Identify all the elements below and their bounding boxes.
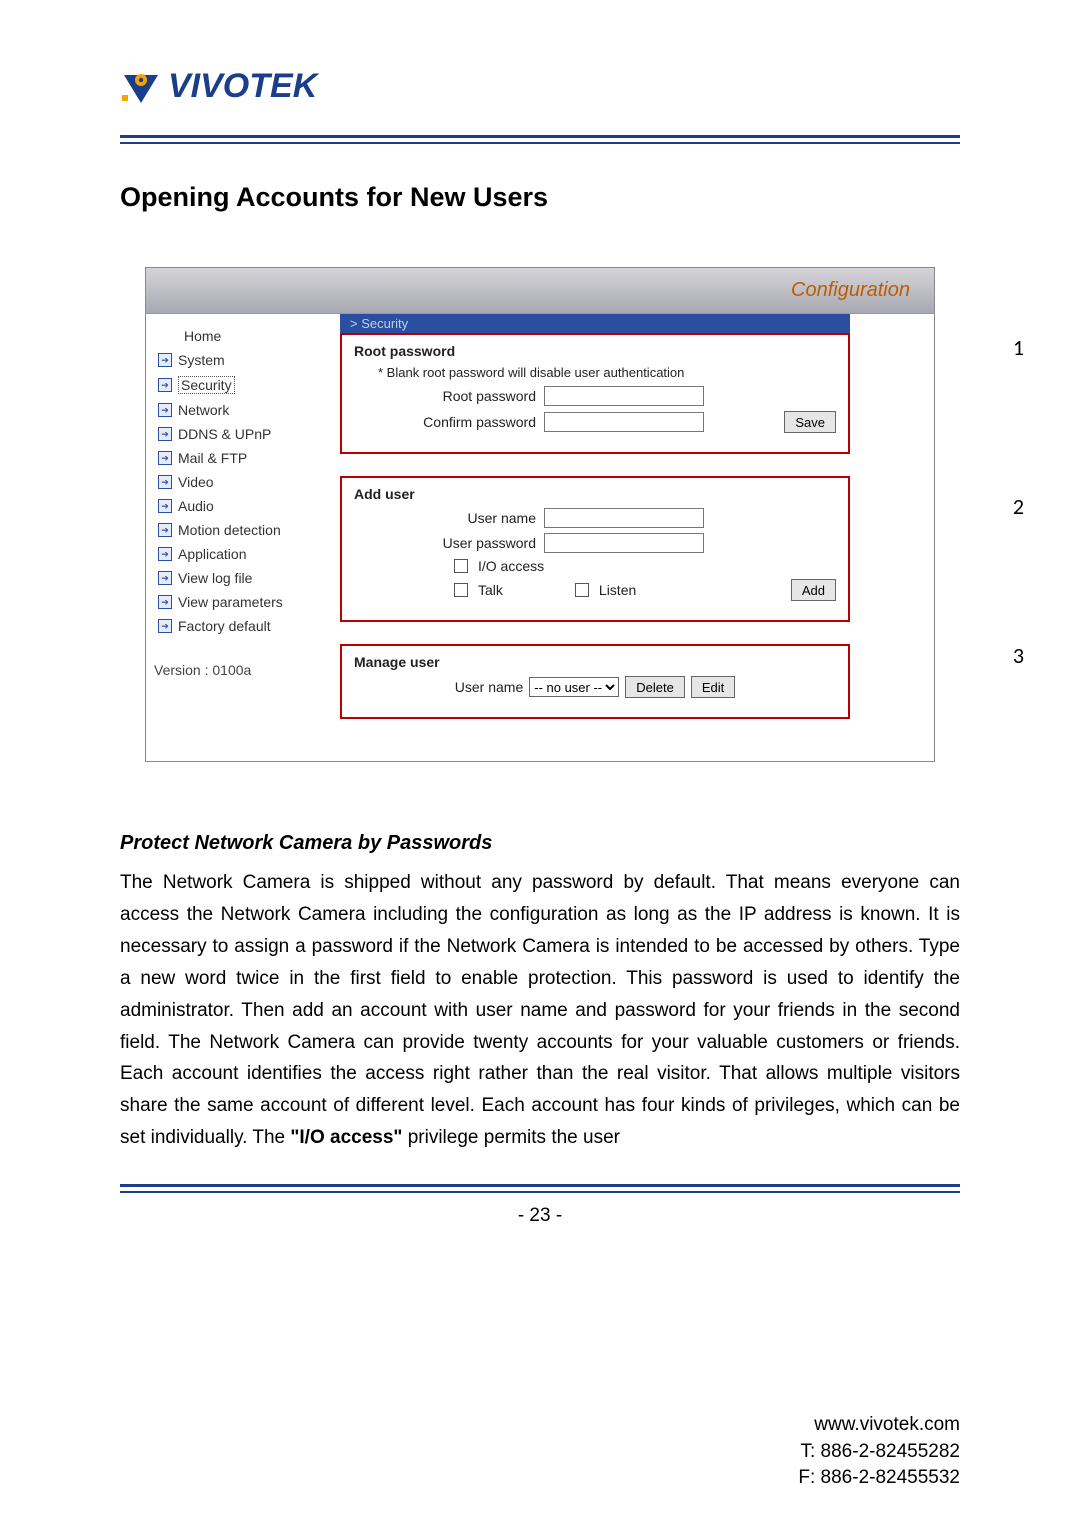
config-screenshot: Configuration Home ➔ System ➔ Security ➔… (145, 267, 935, 762)
delete-button[interactable]: Delete (625, 676, 685, 698)
sidebar-label: View log file (178, 570, 252, 586)
sidebar-item-mail[interactable]: ➔ Mail & FTP (154, 446, 330, 470)
listen-label: Listen (599, 582, 636, 598)
manage-user-panel: Manage user User name -- no user -- Dele… (340, 644, 850, 719)
annotation-1: 1 (1013, 334, 1024, 361)
talk-checkbox[interactable] (454, 583, 468, 597)
sidebar-item-factory[interactable]: ➔ Factory default (154, 614, 330, 638)
arrow-icon: ➔ (158, 571, 172, 585)
save-button[interactable]: Save (784, 411, 836, 433)
topbar: Configuration (146, 268, 934, 314)
arrow-icon: ➔ (158, 619, 172, 633)
user-password-input[interactable] (544, 533, 704, 553)
manage-heading: Manage user (354, 654, 836, 670)
subhead: Protect Network Camera by Passwords (120, 832, 960, 855)
footer-url: www.vivotek.com (798, 1412, 960, 1439)
arrow-icon: ➔ (158, 403, 172, 417)
sidebar: Home ➔ System ➔ Security ➔ Network ➔ DDN… (146, 314, 338, 761)
sidebar-item-network[interactable]: ➔ Network (154, 398, 330, 422)
io-access-label: I/O access (478, 558, 544, 574)
confirm-password-label: Confirm password (354, 414, 544, 430)
logo-mark-icon (120, 65, 162, 107)
page-number: - 23 - (120, 1205, 960, 1227)
arrow-icon: ➔ (158, 378, 172, 392)
sidebar-label: Mail & FTP (178, 450, 247, 466)
root-heading: Root password (354, 343, 836, 359)
sidebar-label: Network (178, 402, 229, 418)
annotation-3: 3 (1013, 642, 1024, 669)
sidebar-home[interactable]: Home (154, 324, 330, 348)
root-password-panel: Root password * Blank root password will… (340, 333, 850, 454)
annotation-2: 2 (1013, 493, 1024, 520)
arrow-icon: ➔ (158, 499, 172, 513)
add-button[interactable]: Add (791, 579, 836, 601)
sidebar-label: Motion detection (178, 522, 281, 538)
confirm-password-input[interactable] (544, 412, 704, 432)
footer-fax: F: 886-2-82455532 (798, 1465, 960, 1492)
divider-bottom (120, 1184, 960, 1193)
edit-button[interactable]: Edit (691, 676, 735, 698)
sidebar-home-label: Home (184, 328, 221, 344)
footer: www.vivotek.com T: 886-2-82455282 F: 886… (798, 1412, 960, 1492)
version-text: Version : 0100a (154, 662, 330, 678)
divider-top (120, 135, 960, 144)
arrow-icon: ➔ (158, 353, 172, 367)
sidebar-item-viewlog[interactable]: ➔ View log file (154, 566, 330, 590)
sidebar-label: Factory default (178, 618, 271, 634)
user-name-label: User name (354, 510, 544, 526)
sidebar-item-security[interactable]: ➔ Security (154, 372, 330, 398)
arrow-icon: ➔ (158, 523, 172, 537)
sidebar-label: Audio (178, 498, 214, 514)
sidebar-label: Video (178, 474, 214, 490)
io-access-checkbox[interactable] (454, 559, 468, 573)
add-user-panel: Add user User name User password I/O acc… (340, 476, 850, 622)
sidebar-item-system[interactable]: ➔ System (154, 348, 330, 372)
annotation-numbers: 1 2 3 (1013, 334, 1024, 669)
listen-checkbox[interactable] (575, 583, 589, 597)
manage-user-label: User name (455, 679, 523, 695)
arrow-icon: ➔ (158, 547, 172, 561)
arrow-icon: ➔ (158, 427, 172, 441)
sidebar-item-viewparams[interactable]: ➔ View parameters (154, 590, 330, 614)
sidebar-label: System (178, 352, 225, 368)
sidebar-item-audio[interactable]: ➔ Audio (154, 494, 330, 518)
root-note: * Blank root password will disable user … (354, 365, 836, 380)
para-post: privilege permits the user (402, 1127, 620, 1148)
talk-label: Talk (478, 582, 503, 598)
logo-text: VIVOTEK (168, 67, 317, 106)
sidebar-item-video[interactable]: ➔ Video (154, 470, 330, 494)
root-password-label: Root password (354, 388, 544, 404)
sidebar-label: View parameters (178, 594, 283, 610)
arrow-icon: ➔ (158, 595, 172, 609)
arrow-icon: ➔ (158, 475, 172, 489)
para-pre: The Network Camera is shipped without an… (120, 872, 960, 1148)
user-name-input[interactable] (544, 508, 704, 528)
user-select[interactable]: -- no user -- (529, 677, 619, 697)
breadcrumb: > Security (340, 314, 850, 333)
add-heading: Add user (354, 486, 836, 502)
sidebar-item-motion[interactable]: ➔ Motion detection (154, 518, 330, 542)
root-password-input[interactable] (544, 386, 704, 406)
topbar-title: Configuration (791, 279, 910, 302)
logo: VIVOTEK (120, 65, 960, 107)
section-title: Opening Accounts for New Users (120, 182, 960, 213)
sidebar-item-application[interactable]: ➔ Application (154, 542, 330, 566)
user-password-label: User password (354, 535, 544, 551)
sidebar-item-ddns[interactable]: ➔ DDNS & UPnP (154, 422, 330, 446)
sidebar-label: Security (178, 376, 235, 394)
sidebar-label: DDNS & UPnP (178, 426, 271, 442)
arrow-icon: ➔ (158, 451, 172, 465)
body-paragraph: The Network Camera is shipped without an… (120, 867, 960, 1154)
sidebar-label: Application (178, 546, 247, 562)
footer-tel: T: 886-2-82455282 (798, 1439, 960, 1466)
content-area: > Security Root password * Blank root pa… (338, 314, 934, 761)
para-bold: "I/O access" (290, 1127, 402, 1148)
